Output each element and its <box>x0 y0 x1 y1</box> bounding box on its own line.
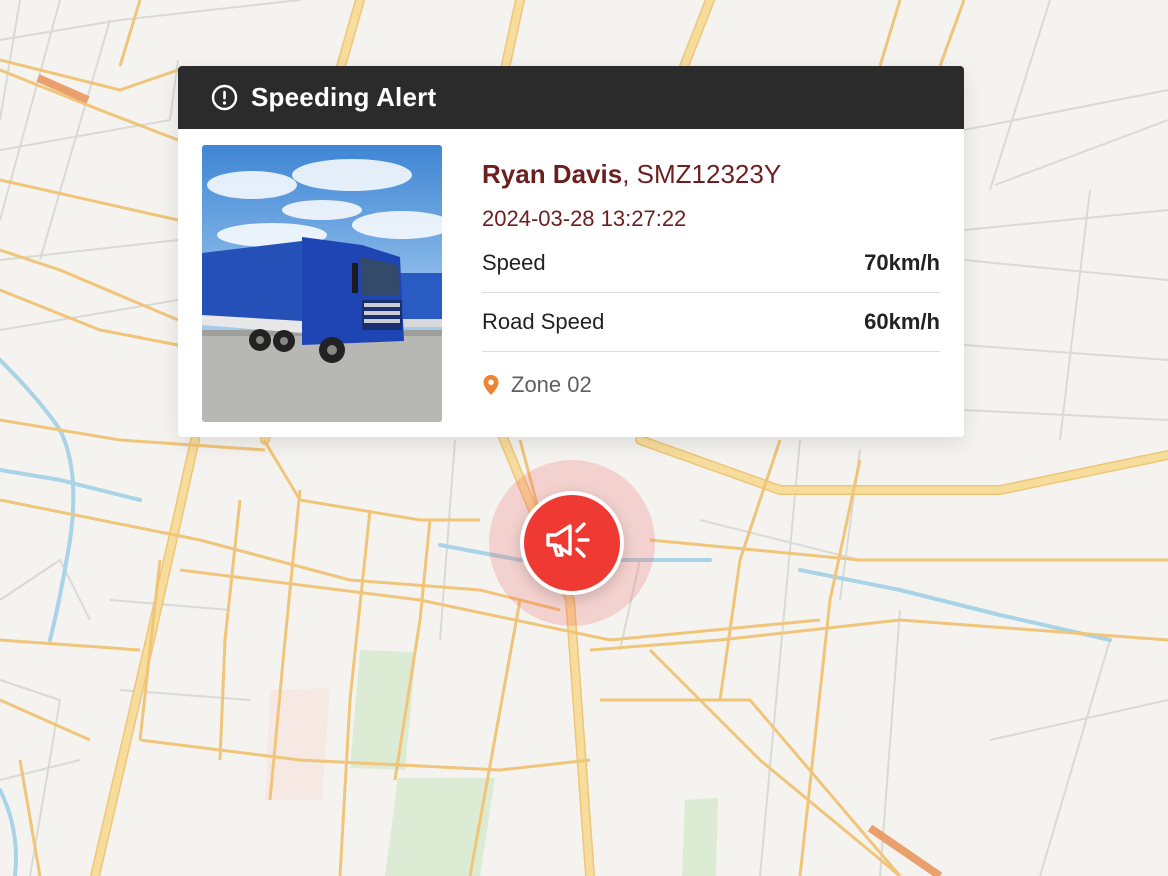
exclamation-circle-icon <box>211 84 238 111</box>
metric-value: 60km/h <box>864 309 940 334</box>
driver-separator: , <box>622 159 637 189</box>
zone-location: Zone 02 <box>482 370 940 400</box>
metric-value: 70km/h <box>864 250 940 275</box>
map-view[interactable]: Speeding Alert Ryan Davis, SMZ12323Y 202… <box>0 0 1168 876</box>
alert-header: Speeding Alert <box>178 66 964 129</box>
metric-row-road-speed: Road Speed 60km/h <box>482 293 940 352</box>
metric-row-speed: Speed 70km/h <box>482 234 940 293</box>
metric-label: Road Speed <box>482 309 605 334</box>
vehicle-plate: SMZ12323Y <box>636 159 782 189</box>
metric-label: Speed <box>482 250 546 275</box>
alert-title: Speeding Alert <box>251 82 437 112</box>
vehicle-photo <box>202 145 442 422</box>
alert-details: Ryan Davis, SMZ12323Y 2024-03-28 13:27:2… <box>482 156 940 400</box>
driver-line: Ryan Davis, SMZ12323Y <box>482 156 940 192</box>
alert-timestamp: 2024-03-28 13:27:22 <box>482 206 687 231</box>
zone-label: Zone 02 <box>511 372 592 397</box>
alert-map-marker[interactable] <box>489 460 655 626</box>
marker-button[interactable] <box>520 491 624 595</box>
driver-name: Ryan Davis <box>482 159 623 189</box>
location-pin-icon <box>482 374 500 396</box>
metrics-list: Speed 70km/h Road Speed 60km/h <box>482 234 940 352</box>
megaphone-icon <box>544 517 600 570</box>
speeding-alert-card[interactable]: Speeding Alert Ryan Davis, SMZ12323Y 202… <box>178 66 964 437</box>
